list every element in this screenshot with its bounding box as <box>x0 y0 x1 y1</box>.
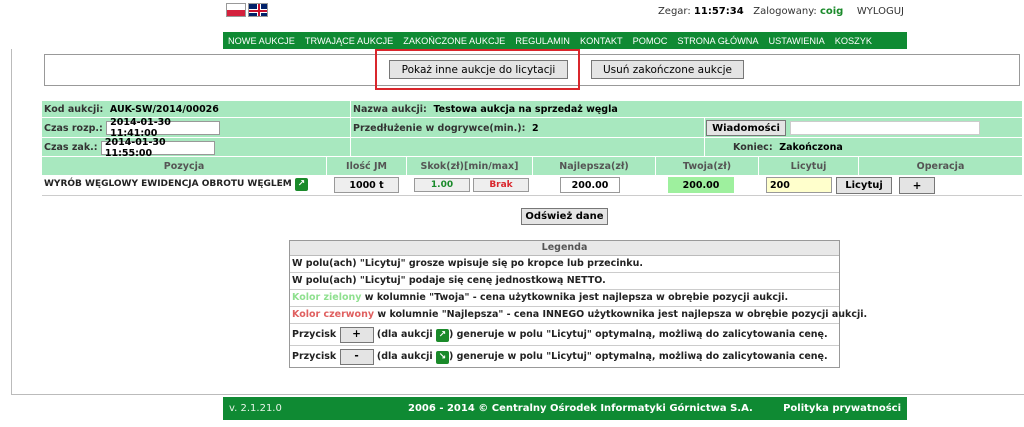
col-best: Najlepsza(zł) <box>559 161 629 172</box>
legend: Legenda W polu(ach) "Licytuj" grosze wpi… <box>289 240 867 368</box>
end-time-value: 2014-01-30 11:55:00 <box>100 137 215 159</box>
table-row: WYRÓB WĘGLOWY EWIDENCJA OBROTU WĘGLEM ↗ … <box>42 175 1022 196</box>
legend-line: W polu(ach) "Licytuj" podaje się cenę je… <box>290 273 839 290</box>
remove-finished-auctions-button[interactable]: Usuń zakończone aukcje <box>591 60 744 79</box>
nav-finished-auctions[interactable]: ZAKOŃCZONE AUKCJE <box>398 36 510 46</box>
bid-button[interactable]: Licytuj <box>836 177 892 194</box>
legend-line: Przycisk - (dla aukcji ↘) generuje w pol… <box>290 346 839 367</box>
nav-help[interactable]: POMOC <box>628 36 673 46</box>
row-step-max: Brak <box>473 178 529 192</box>
polish-flag-icon[interactable] <box>226 3 246 17</box>
auction-code-value: AUK-SW/2014/00026 <box>109 104 219 115</box>
row-yours: 200.00 <box>668 177 734 193</box>
col-position: Pozycja <box>163 161 205 172</box>
nav-cart[interactable]: KOSZYK <box>830 36 877 46</box>
clock-label: Zegar: <box>657 6 691 17</box>
session-status: Zegar: 11:57:34 Zalogowany: coig WYLOGUJ <box>658 6 904 17</box>
extension-value: 2 <box>532 122 539 134</box>
copyright: 2006 - 2014 © Centralny Ośrodek Informat… <box>408 403 753 414</box>
legend-line: W polu(ach) "Licytuj" grosze wpisuje się… <box>290 256 839 273</box>
clock-value: 11:57:34 <box>693 6 744 17</box>
messages-field[interactable] <box>790 121 980 135</box>
uk-flag-icon[interactable] <box>248 3 268 17</box>
col-yours: Twoja(zł) <box>682 161 732 172</box>
legend-plus-button: + <box>339 326 374 343</box>
auction-name-label: Nazwa aukcji: <box>353 104 427 115</box>
refresh-button[interactable]: Odśwież dane <box>521 208 608 225</box>
logout-link[interactable]: WYLOGUJ <box>857 6 904 17</box>
username: coig <box>819 6 844 17</box>
col-bid: Licytuj <box>790 161 827 172</box>
start-time-label: Czas rozp.: <box>44 122 103 134</box>
version: v. 2.1.21.0 <box>229 403 282 414</box>
col-step: Skok(zł)[min/max] <box>420 161 519 172</box>
finish-value: Zakończona <box>779 142 843 153</box>
plus-button[interactable]: + <box>899 177 935 194</box>
row-best: 200.00 <box>560 177 620 193</box>
messages-button[interactable]: Wiadomości <box>706 120 786 136</box>
row-step-min: 1.00 <box>414 178 470 192</box>
footer: v. 2.1.21.0 2006 - 2014 © Centralny Ośro… <box>223 397 907 420</box>
logged-in-label: Zalogowany: <box>753 6 817 17</box>
legend-line: Kolor zielony w kolumnie "Twoja" - cena … <box>290 290 839 307</box>
top-bar: Zegar: 11:57:34 Zalogowany: coig WYLOGUJ <box>223 0 907 32</box>
arrow-down-right-icon: ↘ <box>435 351 449 364</box>
main-nav: NOWE AUKCJE TRWAJĄCE AUKCJE ZAKOŃCZONE A… <box>223 32 907 49</box>
row-position: WYRÓB WĘGLOWY EWIDENCJA OBROTU WĘGLEM <box>44 179 292 189</box>
finish-label: Koniec: <box>733 142 773 153</box>
row-qty: 1000 t <box>334 177 399 193</box>
col-qty: Ilość JM <box>346 161 387 172</box>
legend-line: Przycisk + (dla aukcji ↗) generuje w pol… <box>290 324 839 346</box>
nav-new-auctions[interactable]: NOWE AUKCJE <box>223 36 300 46</box>
auction-code-label: Kod aukcji: <box>44 104 104 115</box>
auction-name-value: Testowa aukcja na sprzedaż węgla <box>433 104 618 115</box>
legend-minus-button: - <box>339 348 374 365</box>
arrow-up-right-icon: ↗ <box>435 329 449 342</box>
nav-rules[interactable]: REGULAMIN <box>510 36 575 46</box>
arrow-up-right-icon[interactable]: ↗ <box>294 178 308 191</box>
nav-home[interactable]: STRONA GŁÓWNA <box>672 36 763 46</box>
end-time-label: Czas zak.: <box>44 142 98 153</box>
col-operation: Operacja <box>916 161 965 172</box>
nav-ongoing-auctions[interactable]: TRWAJĄCE AUKCJE <box>300 36 398 46</box>
nav-contact[interactable]: KONTAKT <box>575 36 628 46</box>
extension-label: Przedłużenie w dogrywce(min.): <box>353 122 526 134</box>
legend-line: Kolor czerwony w kolumnie "Najlepsza" - … <box>290 307 867 324</box>
start-time-value: 2014-01-30 11:41:00 <box>106 117 221 139</box>
nav-settings[interactable]: USTAWIENIA <box>764 36 830 46</box>
show-other-auctions-button[interactable]: Pokaż inne aukcje do licytacji <box>389 60 568 79</box>
bid-input[interactable]: 200 <box>766 177 832 193</box>
privacy-link[interactable]: Polityka prywatności <box>783 403 901 414</box>
legend-title: Legenda <box>290 241 839 256</box>
